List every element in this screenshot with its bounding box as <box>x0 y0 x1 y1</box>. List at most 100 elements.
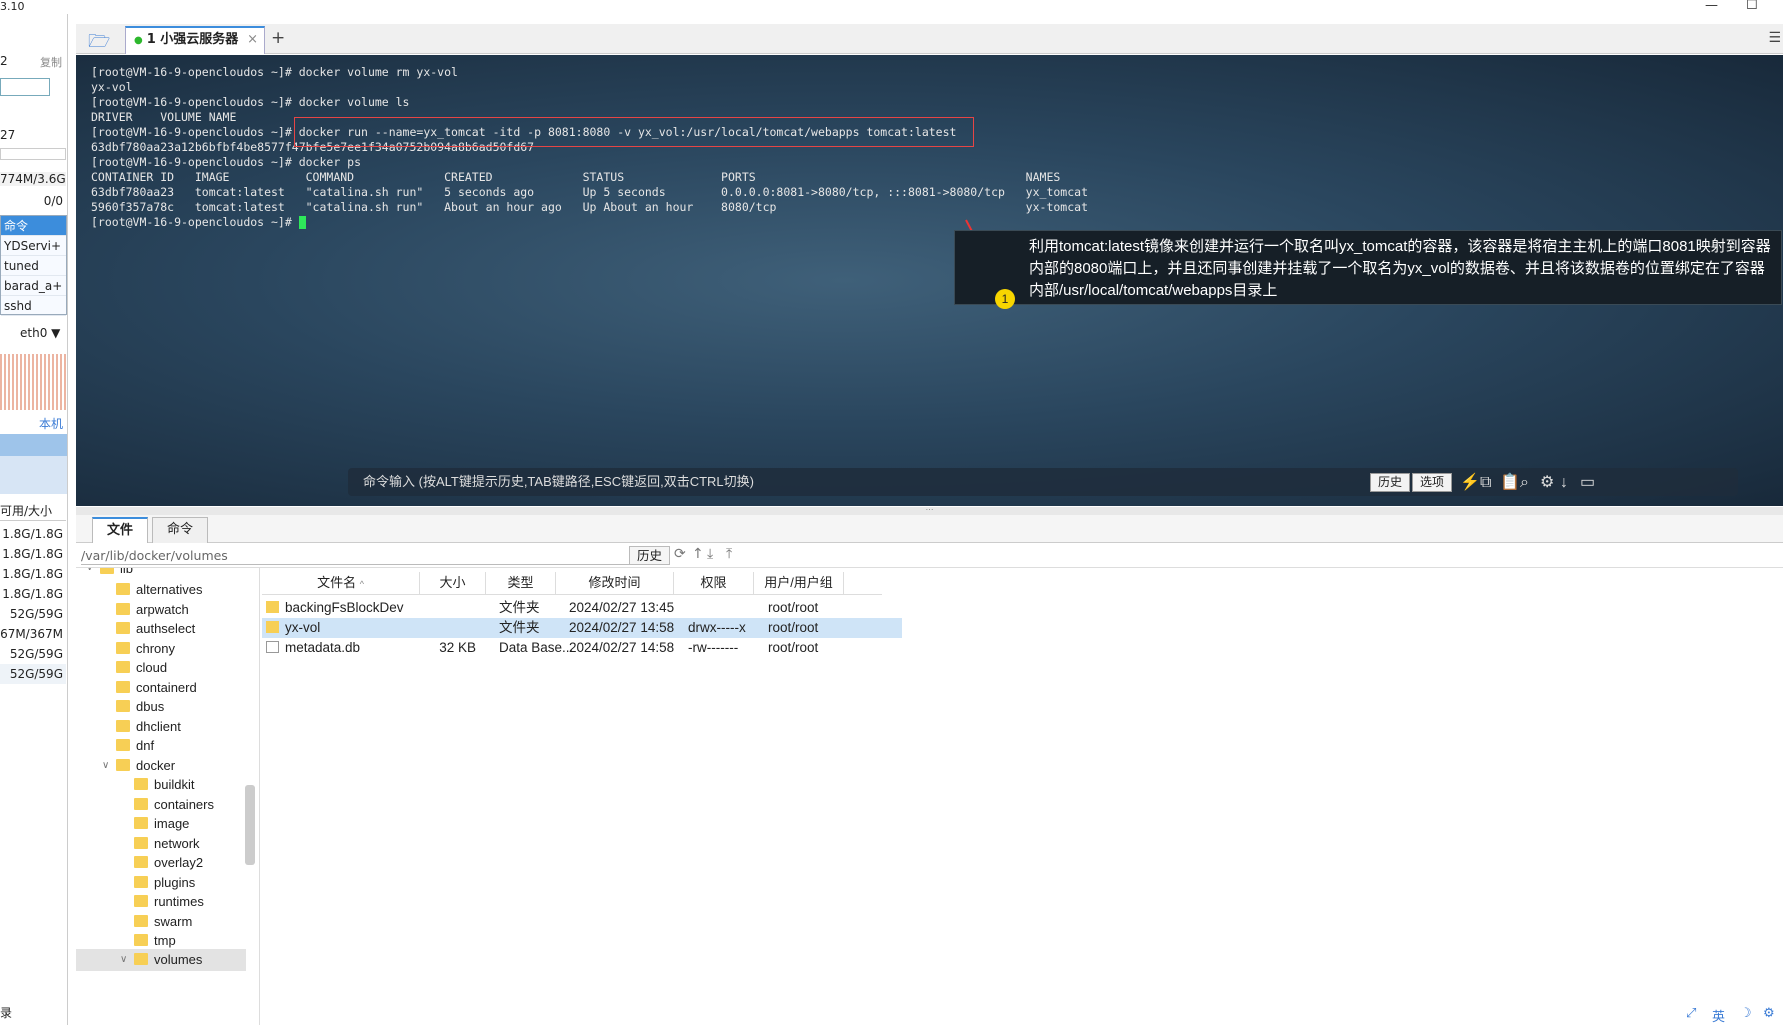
moon-icon[interactable]: ☽ <box>1740 1006 1752 1021</box>
tree-node[interactable]: dbus <box>116 696 164 718</box>
download-icon[interactable]: ⤓ <box>707 546 713 562</box>
cpu-bar <box>0 148 66 160</box>
tree-node[interactable]: dnf <box>116 735 154 757</box>
file-name-cell: yx-vol <box>266 618 320 638</box>
net-interface-select[interactable]: eth0 ▼ <box>0 326 66 340</box>
process-item[interactable]: sshd <box>1 296 66 316</box>
folder-icon <box>116 739 130 751</box>
tree-node-label: runtimes <box>154 894 204 909</box>
tree-node-label: arpwatch <box>136 602 189 617</box>
folder-icon <box>266 601 279 613</box>
process-list: 命令 YDServi+ tuned barad_a+ sshd <box>0 215 67 316</box>
file-row[interactable]: metadata.db 32 KB Data Base... 2024/02/2… <box>262 638 902 658</box>
command-input[interactable]: 命令输入 (按ALT键提示历史,TAB键路径,ESC键返回,双击CTRL切换) … <box>348 468 1738 496</box>
tree-node-selected[interactable]: volumes <box>134 949 202 971</box>
tree-node-label: buildkit <box>154 777 195 792</box>
ip-field[interactable] <box>0 78 50 96</box>
folder-icon <box>134 837 148 849</box>
upload-icon[interactable]: ⤒ <box>726 546 732 562</box>
window-icon[interactable]: ▭ <box>1580 469 1595 497</box>
copy-icon[interactable]: ⧉ <box>1480 469 1491 497</box>
file-row-selected[interactable]: yx-vol 文件夹 2024/02/27 14:58 drwx-----x r… <box>262 618 902 638</box>
disk-row: 52G/59G <box>9 607 63 621</box>
memory-usage: 774M/3.6G <box>0 172 66 186</box>
chevron-down-icon[interactable]: ∨ <box>86 568 93 573</box>
command-input-placeholder: 命令输入 (按ALT键提示历史,TAB键路径,ESC键返回,双击CTRL切换) <box>363 474 754 489</box>
tree-node-label: containerd <box>136 680 197 695</box>
file-name: backingFsBlockDev <box>285 600 404 615</box>
file-row[interactable]: backingFsBlockDev 文件夹 2024/02/27 13:45 r… <box>262 598 902 618</box>
file-perm: drwx-----x <box>688 620 746 635</box>
tree-node[interactable]: alternatives <box>116 579 202 601</box>
download-icon[interactable]: ↓ <box>1560 469 1568 497</box>
up-dir-icon[interactable]: ↑ <box>692 546 704 562</box>
tree-node-label: chrony <box>136 641 176 656</box>
close-icon[interactable]: × <box>247 28 258 52</box>
process-item[interactable]: barad_a+ <box>1 276 66 296</box>
bottom-label: 录 <box>0 1006 13 1020</box>
disk-row: 67M/367M <box>0 627 63 641</box>
history-button[interactable]: 历史 <box>1370 473 1411 492</box>
folder-icon <box>134 856 148 868</box>
settings-icon[interactable]: ⚙ <box>1763 1006 1775 1021</box>
cursor <box>298 216 306 229</box>
minimize-button[interactable]: — <box>1705 0 1718 13</box>
process-header[interactable]: 命令 <box>1 216 66 236</box>
file-mtime: 2024/02/27 14:58 <box>569 640 675 655</box>
tree-node[interactable]: runtimes <box>134 891 204 913</box>
input-language[interactable]: 英 <box>1712 1006 1725 1025</box>
terminal-line: 63dbf780aa23 tomcat:latest "catalina.sh … <box>91 185 1088 199</box>
chevron-down-icon[interactable]: ∨ <box>102 760 109 771</box>
tree-node[interactable]: cloud <box>116 657 167 679</box>
paste-icon[interactable]: 📋 <box>1500 469 1520 497</box>
pane-splitter[interactable]: ⋯ <box>76 506 1783 515</box>
tree-node[interactable]: buildkit <box>134 774 194 796</box>
terminal-prompt: [root@VM-16-9-opencloudos ~]# <box>91 215 306 230</box>
options-button[interactable]: 选项 <box>1412 473 1453 492</box>
folder-icon <box>134 934 148 946</box>
chevron-down-icon[interactable]: ∨ <box>120 954 127 965</box>
tree-node-label: lib <box>120 568 134 576</box>
column-header-mtime[interactable]: 修改时间 <box>556 572 674 594</box>
annotation-note: 利用tomcat:latest镜像来创建并运行一个取名叫yx_tomcat的容器… <box>954 230 1782 305</box>
tree-node-label: dhclient <box>136 719 181 734</box>
expand-icon[interactable]: ⤢ <box>1686 1006 1696 1021</box>
file-mtime: 2024/02/27 13:45 <box>569 600 675 615</box>
terminal-line: CONTAINER ID IMAGE COMMAND CREATED STATU… <box>91 170 1061 184</box>
process-item[interactable]: YDServi+ <box>1 236 66 256</box>
column-header-name[interactable]: 文件名 ^ <box>262 572 420 594</box>
refresh-icon[interactable]: ⟳ <box>674 546 686 562</box>
terminal[interactable]: [root@VM-16-9-opencloudos ~]# docker vol… <box>76 55 1783 506</box>
maximize-button[interactable]: ☐ <box>1746 0 1758 13</box>
column-header-type[interactable]: 类型 <box>486 572 556 594</box>
folder-icon <box>116 661 130 673</box>
lightning-icon[interactable]: ⚡ <box>1460 469 1480 497</box>
add-tab-icon[interactable]: + <box>271 28 285 48</box>
column-header-owner[interactable]: 用户/用户组 <box>754 572 844 594</box>
process-item[interactable]: tuned <box>1 256 66 276</box>
file-icon <box>266 641 279 653</box>
tab-commands[interactable]: 命令 <box>152 517 209 543</box>
path-input[interactable]: /var/lib/docker/volumes <box>81 546 631 565</box>
search-icon[interactable]: ⌕ <box>1520 469 1529 497</box>
tree-node[interactable]: authselect <box>116 618 195 640</box>
highlight-box <box>294 117 974 147</box>
tree-node-label: dbus <box>136 699 165 714</box>
gear-icon[interactable]: ⚙ <box>1540 469 1554 497</box>
tab-files[interactable]: 文件 <box>92 517 149 543</box>
tab-label: 1 小强云服务器 <box>146 32 239 47</box>
tree-node[interactable]: overlay2 <box>134 852 203 874</box>
net-label: 本机 <box>38 417 63 431</box>
file-name-cell: metadata.db <box>266 638 360 658</box>
path-history-button[interactable]: 历史 <box>629 546 671 565</box>
session-tab-bar: 🗁 ● 1 小强云服务器 × + ☰ <box>76 24 1783 54</box>
tree-node[interactable]: image <box>134 813 189 835</box>
column-header-size[interactable]: 大小 <box>420 572 486 594</box>
status-dot-icon: ● <box>134 35 143 46</box>
menu-icon[interactable]: ☰ <box>1768 30 1781 46</box>
tree-scrollbar[interactable] <box>245 785 255 865</box>
column-header-perm[interactable]: 权限 <box>674 572 754 594</box>
copy-link[interactable]: 复制 <box>40 54 67 70</box>
tab-session-1[interactable]: ● 1 小强云服务器 × <box>125 26 265 54</box>
prompt-text: [root@VM-16-9-opencloudos ~]# <box>91 215 299 229</box>
